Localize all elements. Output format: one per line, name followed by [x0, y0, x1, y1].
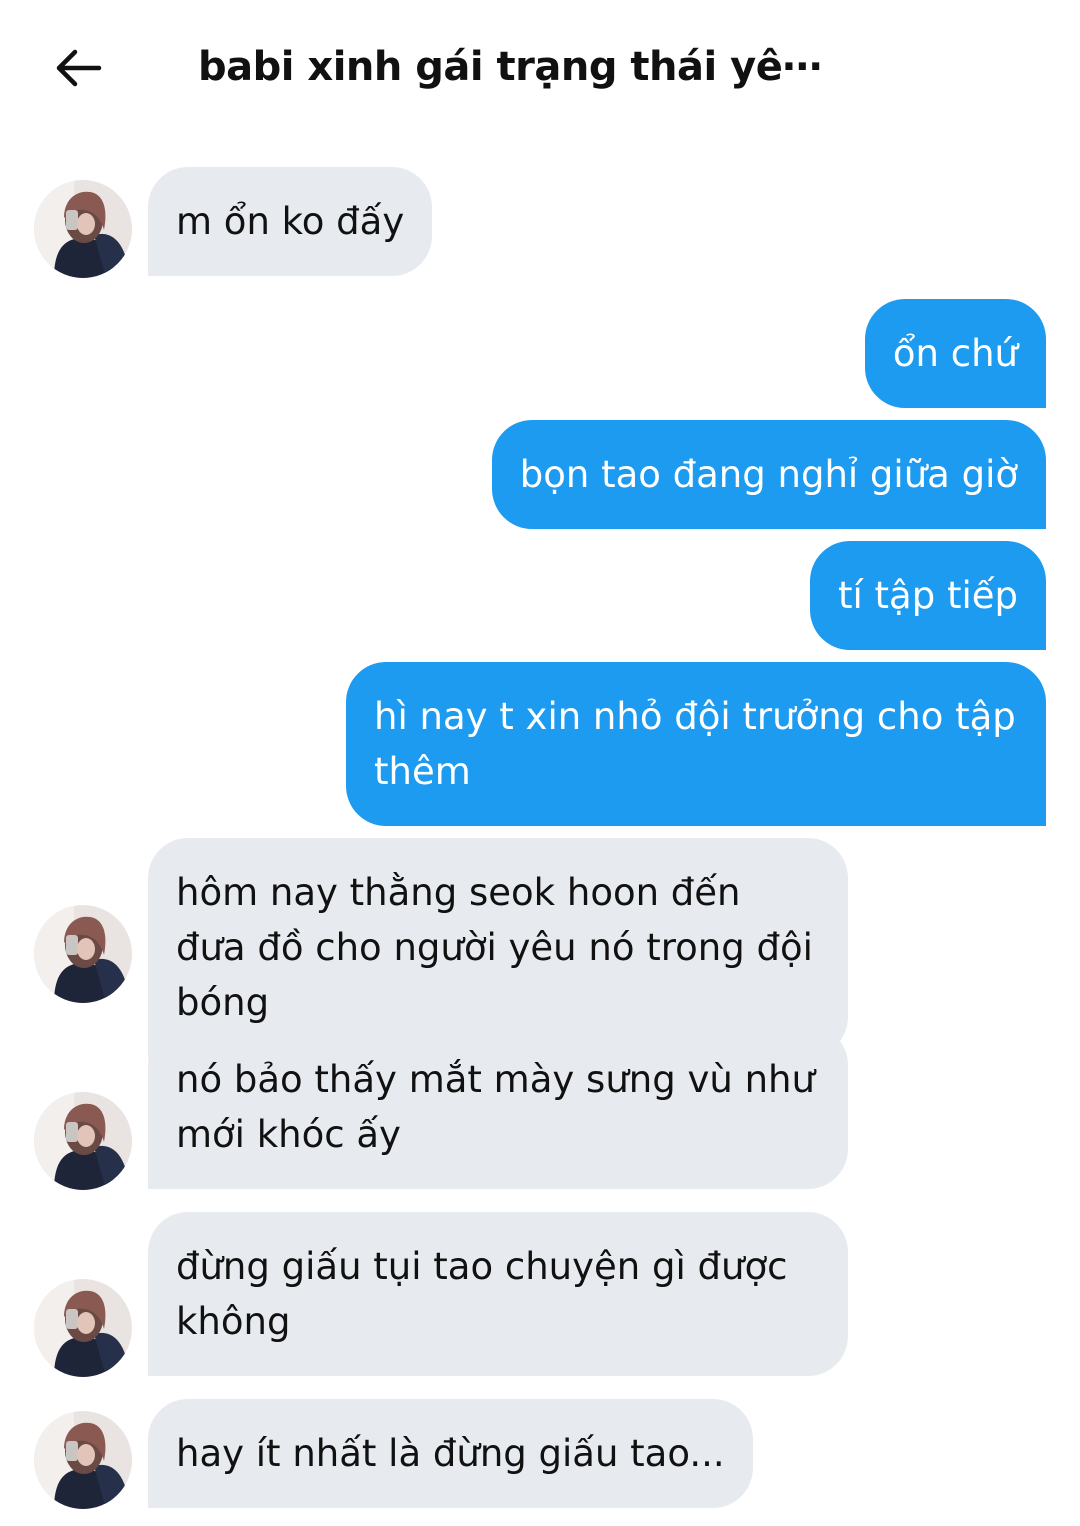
message-bubble-incoming[interactable]: m ổn ko đấy	[148, 167, 433, 276]
message-bubble-outgoing[interactable]: ổn chứ	[864, 299, 1046, 408]
message-text: hay ít nhất là đừng giấu tao...	[176, 1432, 725, 1475]
message-text: nó bảo thấy mắt mày sưng vù như mới khóc…	[176, 1058, 815, 1156]
message-bubble-incoming[interactable]: hay ít nhất là đừng giấu tao...	[148, 1399, 753, 1508]
conversation-header: babi xinh gái trạng thái yê⋯	[0, 0, 1080, 140]
arrow-left-icon	[56, 49, 102, 87]
message-bubble-incoming[interactable]: đừng giấu tụi tao chuyện gì được không	[148, 1212, 848, 1376]
message-text: tí tập tiếp	[837, 574, 1018, 617]
conversation-title[interactable]: babi xinh gái trạng thái yê⋯	[198, 44, 822, 90]
contact-avatar[interactable]	[34, 1279, 132, 1377]
message-text: đừng giấu tụi tao chuyện gì được không	[176, 1245, 788, 1343]
message-bubble-outgoing[interactable]: tí tập tiếp	[809, 541, 1046, 650]
contact-avatar[interactable]	[34, 180, 132, 278]
message-text: hì nay t xin nhỏ đội trưởng cho tập thêm	[374, 695, 1016, 793]
message-text: bọn tao đang nghỉ giữa giờ	[519, 453, 1018, 496]
message-text: hôm nay thằng seok hoon đến đưa đồ cho n…	[176, 871, 813, 1024]
contact-avatar[interactable]	[34, 1411, 132, 1509]
message-bubble-incoming[interactable]: nó bảo thấy mắt mày sưng vù như mới khóc…	[148, 1025, 848, 1189]
back-button[interactable]	[46, 36, 110, 100]
message-bubble-outgoing[interactable]: hì nay t xin nhỏ đội trưởng cho tập thêm	[346, 662, 1046, 826]
message-text: m ổn ko đấy	[176, 200, 405, 243]
message-text: ổn chứ	[892, 332, 1018, 375]
contact-avatar[interactable]	[34, 1092, 132, 1190]
dm-conversation-screen: babi xinh gái trạng thái yê⋯ m ổn ko đấy…	[0, 0, 1080, 1526]
contact-avatar[interactable]	[34, 905, 132, 1003]
message-bubble-outgoing[interactable]: bọn tao đang nghỉ giữa giờ	[491, 420, 1046, 529]
